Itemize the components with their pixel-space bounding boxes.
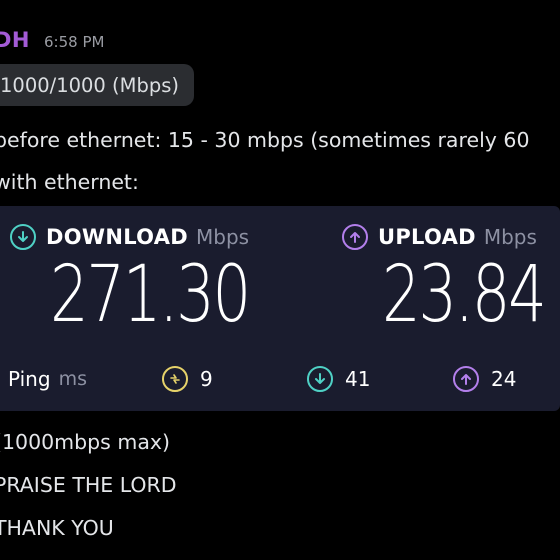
ping-upload: 24: [453, 364, 516, 394]
message-line-before: before ethernet: 15 - 30 mbps (sometimes…: [0, 128, 530, 152]
upload-icon: [342, 224, 368, 250]
message-header: DH 6:58 PM: [0, 28, 104, 58]
ping-label: Ping: [8, 367, 51, 391]
download-label: DOWNLOAD: [46, 225, 189, 249]
author-name[interactable]: DH: [0, 28, 30, 52]
upload-value: 23.84: [382, 250, 547, 340]
ping-upload-value: 24: [491, 367, 517, 391]
reply-pill-text: 1000/1000 (Mbps): [0, 73, 179, 97]
download-value: 271.30: [50, 250, 251, 340]
download-unit: Mbps: [196, 225, 250, 249]
upload-header: UPLOAD Mbps: [342, 224, 537, 250]
ping-download: 41: [307, 364, 370, 394]
download-icon: [10, 224, 36, 250]
jitter-icon: [162, 366, 188, 392]
message-line-after-1: (1000mbps max): [0, 430, 171, 454]
message-line-with: with ethernet:: [0, 170, 139, 194]
ping-idle: 9: [162, 364, 213, 394]
message-timestamp: 6:58 PM: [44, 33, 105, 51]
message-line-after-3: THANK YOU: [0, 516, 114, 540]
ping-idle-value: 9: [200, 367, 213, 391]
ping-label-group: Ping ms: [8, 364, 87, 394]
upload-label: UPLOAD: [378, 225, 476, 249]
message-line-after-2: PRAISE THE LORD: [0, 473, 177, 497]
download-header: DOWNLOAD Mbps: [10, 224, 249, 250]
upload-unit: Mbps: [483, 225, 537, 249]
ping-unit: ms: [58, 368, 87, 390]
ping-download-icon: [307, 366, 333, 392]
ping-row: Ping ms 9 41 24: [0, 364, 560, 394]
ping-download-value: 41: [345, 367, 371, 391]
ping-upload-icon: [453, 366, 479, 392]
reply-pill[interactable]: 1000/1000 (Mbps): [0, 64, 194, 106]
